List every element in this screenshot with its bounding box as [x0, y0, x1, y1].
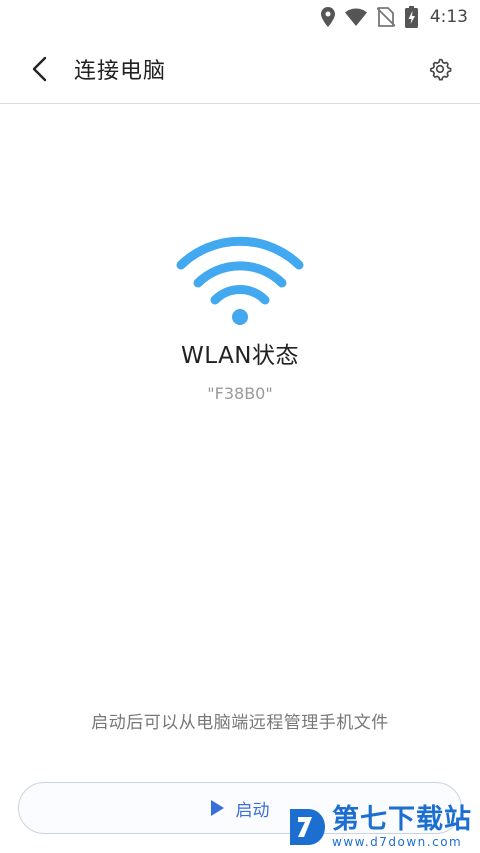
start-button-label: 启动 — [235, 800, 270, 821]
back-button[interactable] — [14, 44, 64, 94]
gear-icon — [430, 58, 452, 80]
hint-text: 启动后可以从电脑端远程管理手机文件 — [91, 713, 389, 733]
no-sim-icon — [376, 7, 395, 27]
wifi-icon — [176, 236, 304, 325]
settings-button[interactable] — [418, 47, 462, 91]
chevron-left-icon — [32, 56, 47, 81]
d7-logo-icon — [290, 808, 325, 845]
status-bar: 4:13 — [0, 0, 480, 34]
page-title: 连接电脑 — [74, 58, 167, 84]
screen: 4:13 连接电脑 WLAN状态 "F38B0" 启动后可以从电脑端远程管理手机… — [0, 0, 480, 853]
wifi-status-block: WLAN状态 "F38B0" — [0, 230, 480, 403]
status-time: 4:13 — [429, 7, 468, 27]
app-bar: 连接电脑 — [0, 34, 480, 104]
watermark-text: 第七下载站 — [332, 803, 472, 835]
play-icon — [210, 800, 224, 816]
wifi-signal-icon — [344, 8, 367, 26]
battery-charging-icon — [404, 6, 418, 28]
wlan-status-title: WLAN状态 — [180, 343, 300, 369]
location-icon — [320, 7, 335, 27]
watermark-url: www.d7down.com — [332, 834, 463, 849]
watermark: 第七下载站 www.d7down.com — [286, 800, 480, 853]
wifi-ssid: "F38B0" — [207, 384, 273, 403]
